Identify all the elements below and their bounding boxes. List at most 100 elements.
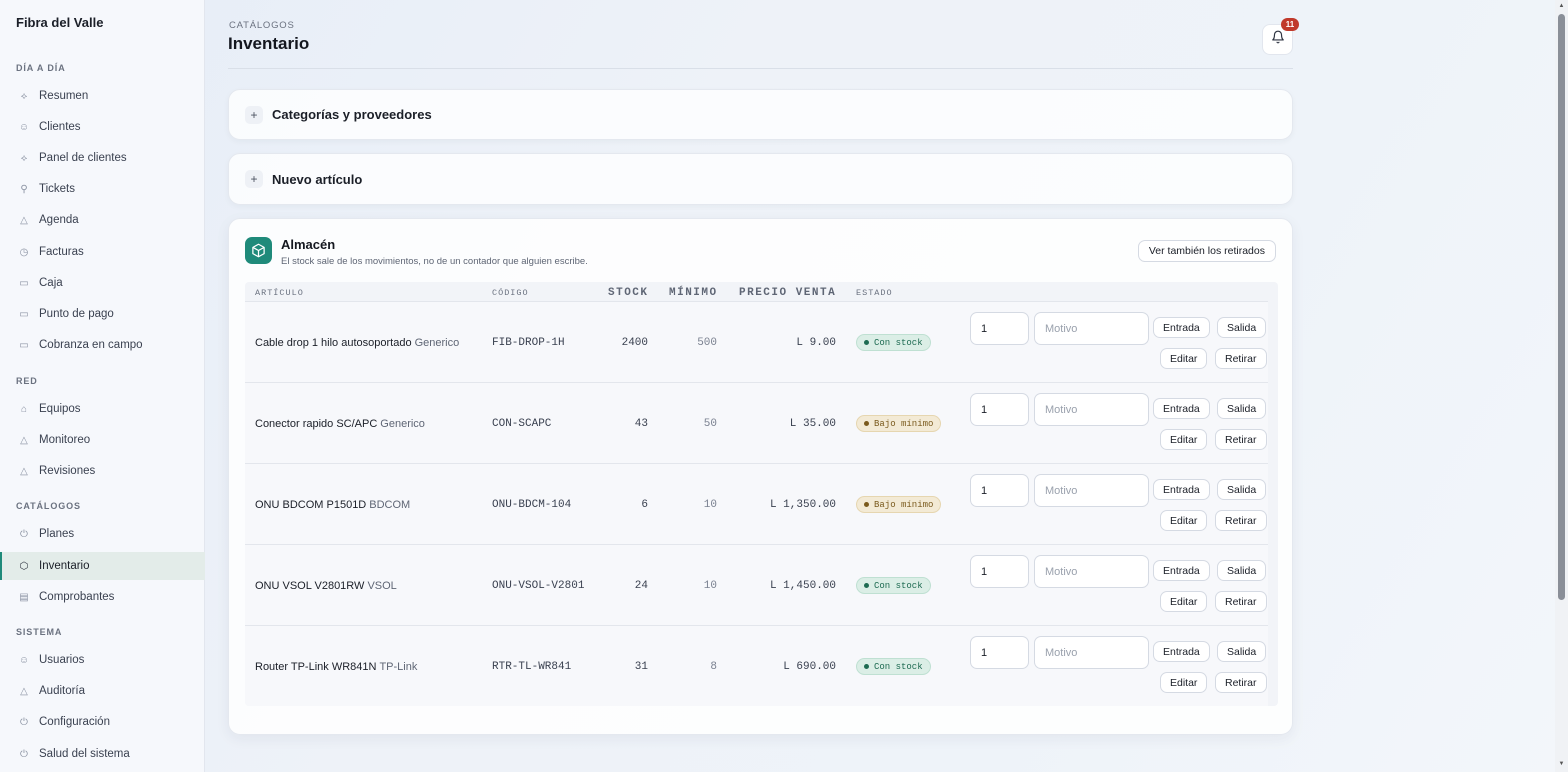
plus-icon: + xyxy=(245,170,263,188)
card-icon: ▭ xyxy=(19,308,29,320)
article-code: FIB-DROP-1H xyxy=(492,336,565,349)
quantity-input[interactable] xyxy=(970,393,1029,426)
status-dot-icon xyxy=(864,583,869,588)
app-name: Fibra del Valle xyxy=(16,15,104,30)
column-header-article: ARTÍCULO xyxy=(255,287,304,298)
price-cell: L 9.00 xyxy=(726,302,836,383)
breadcrumb: CATÁLOGOS xyxy=(229,20,295,31)
entry-button[interactable]: Entrada xyxy=(1153,560,1210,581)
status-badge: Con stock xyxy=(856,577,931,594)
retire-button[interactable]: Retirar xyxy=(1215,591,1267,612)
page-scrollbar[interactable]: ▲ ▼ xyxy=(1555,0,1568,772)
categories-panel-toggle[interactable]: + Categorías y proveedores xyxy=(245,90,432,139)
quantity-input[interactable] xyxy=(970,636,1029,669)
retire-button[interactable]: Retirar xyxy=(1215,348,1267,369)
status-label: Bajo mínimo xyxy=(874,499,934,510)
stock-cell: 6 xyxy=(598,464,648,545)
sidebar-item-cobranza-en-campo[interactable]: ▭ Cobranza en campo xyxy=(0,331,205,359)
scroll-up-arrow-icon[interactable]: ▲ xyxy=(1558,3,1565,10)
status-label: Con stock xyxy=(874,580,923,591)
sidebar-item-monitoreo[interactable]: △ Monitoreo xyxy=(0,426,205,454)
column-header-stock: STOCK xyxy=(608,286,649,299)
minimum-value: 500 xyxy=(697,336,717,349)
new-item-panel-toggle[interactable]: + Nuevo artículo xyxy=(245,154,362,204)
stock-value: 24 xyxy=(634,579,648,592)
sidebar-item-configuracion[interactable]: ⏻ Configuración xyxy=(0,708,205,736)
minimum-value: 10 xyxy=(703,498,717,511)
table-row: Conector rapido SC/APC Generico CON-SCAP… xyxy=(245,382,1268,463)
reason-input[interactable] xyxy=(1034,312,1149,345)
exit-button[interactable]: Salida xyxy=(1217,560,1267,581)
code-cell: RTR-TL-WR841 xyxy=(492,626,571,706)
sidebar-item-equipos[interactable]: ⌂ Equipos xyxy=(0,395,205,423)
status-dot-icon xyxy=(864,502,869,507)
price-value: L 9.00 xyxy=(796,336,836,349)
notifications-badge: 11 xyxy=(1281,18,1299,31)
edit-button[interactable]: Editar xyxy=(1160,429,1208,450)
entry-button[interactable]: Entrada xyxy=(1153,398,1210,419)
article-code: ONU-BDCM-104 xyxy=(492,498,572,511)
sidebar-item-facturas[interactable]: ◷ Facturas xyxy=(0,238,205,266)
retire-button[interactable]: Retirar xyxy=(1215,510,1267,531)
sidebar-item-comprobantes[interactable]: ▤ Comprobantes xyxy=(0,583,205,611)
quantity-input[interactable] xyxy=(970,474,1029,507)
reason-input[interactable] xyxy=(1034,474,1149,507)
quantity-input[interactable] xyxy=(970,312,1029,345)
sidebar-item-punto-de-pago[interactable]: ▭ Punto de pago xyxy=(0,300,205,328)
triangle-icon: △ xyxy=(20,214,28,226)
sidebar-item-auditoria[interactable]: △ Auditoría xyxy=(0,677,205,705)
sidebar-item-inventario[interactable]: ⬡ Inventario xyxy=(0,552,205,580)
sidebar-item-planes[interactable]: ⏻ Planes xyxy=(0,520,205,548)
sidebar-item-usuarios[interactable]: ☺ Usuarios xyxy=(0,646,205,674)
stock-value: 2400 xyxy=(621,336,648,349)
status-label: Bajo mínimo xyxy=(874,418,934,429)
article-brand: Generico xyxy=(380,417,425,430)
sidebar-item-label: Auditoría xyxy=(39,685,86,697)
retire-button[interactable]: Retirar xyxy=(1215,672,1267,693)
sidebar-item-resumen[interactable]: ⟡ Resumen xyxy=(0,82,205,110)
sidebar-item-clientes[interactable]: ☺ Clientes xyxy=(0,113,205,141)
exit-button[interactable]: Salida xyxy=(1217,317,1267,338)
minimum-cell: 500 xyxy=(667,302,717,383)
edit-button[interactable]: Editar xyxy=(1160,510,1208,531)
exit-button[interactable]: Salida xyxy=(1217,641,1267,662)
edit-button[interactable]: Editar xyxy=(1160,348,1208,369)
scroll-thumb[interactable] xyxy=(1558,14,1565,600)
sidebar-item-agenda[interactable]: △ Agenda xyxy=(0,206,205,234)
minimum-value: 10 xyxy=(703,579,717,592)
power-icon: ⏻ xyxy=(20,528,28,540)
sidebar-item-label: Resumen xyxy=(39,90,89,102)
sidebar-item-label: Caja xyxy=(39,277,63,289)
price-cell: L 1,450.00 xyxy=(726,545,836,626)
code-cell: CON-SCAPC xyxy=(492,383,551,464)
sidebar-item-tickets[interactable]: ⚲ Tickets xyxy=(0,175,205,203)
code-cell: ONU-BDCM-104 xyxy=(492,464,571,545)
article-cell: ONU BDCOM P1501D BDCOM xyxy=(255,464,410,545)
entry-button[interactable]: Entrada xyxy=(1153,641,1210,662)
reason-input[interactable] xyxy=(1034,393,1149,426)
show-retired-button[interactable]: Ver también los retirados xyxy=(1137,240,1276,262)
scroll-down-arrow-icon[interactable]: ▼ xyxy=(1558,761,1565,768)
status-label: Con stock xyxy=(874,661,923,672)
exit-button[interactable]: Salida xyxy=(1217,398,1267,419)
entry-button[interactable]: Entrada xyxy=(1153,317,1210,338)
new-item-panel-title: Nuevo artículo xyxy=(272,171,363,187)
edit-button[interactable]: Editar xyxy=(1160,591,1208,612)
sidebar-item-caja[interactable]: ▭ Caja xyxy=(0,269,205,297)
sidebar-item-label: Cobranza en campo xyxy=(39,339,143,351)
sidebar-item-label: Equipos xyxy=(39,403,81,415)
sidebar-item-salud-del-sistema[interactable]: ⏻ Salud del sistema xyxy=(0,740,205,768)
retire-button[interactable]: Retirar xyxy=(1215,429,1267,450)
article-code: ONU-VSOL-V2801 xyxy=(492,579,585,592)
sidebar-item-label: Planes xyxy=(39,528,75,540)
reason-input[interactable] xyxy=(1034,555,1149,588)
edit-button[interactable]: Editar xyxy=(1160,672,1208,693)
exit-button[interactable]: Salida xyxy=(1217,479,1267,500)
sidebar-item-revisiones[interactable]: △ Revisiones xyxy=(0,457,205,485)
entry-button[interactable]: Entrada xyxy=(1153,479,1210,500)
users-icon: ☺ xyxy=(18,121,30,133)
sidebar-item-label: Punto de pago xyxy=(39,308,114,320)
sidebar-item-panel-de-clientes[interactable]: ⟡ Panel de clientes xyxy=(0,144,205,172)
reason-input[interactable] xyxy=(1034,636,1149,669)
quantity-input[interactable] xyxy=(970,555,1029,588)
